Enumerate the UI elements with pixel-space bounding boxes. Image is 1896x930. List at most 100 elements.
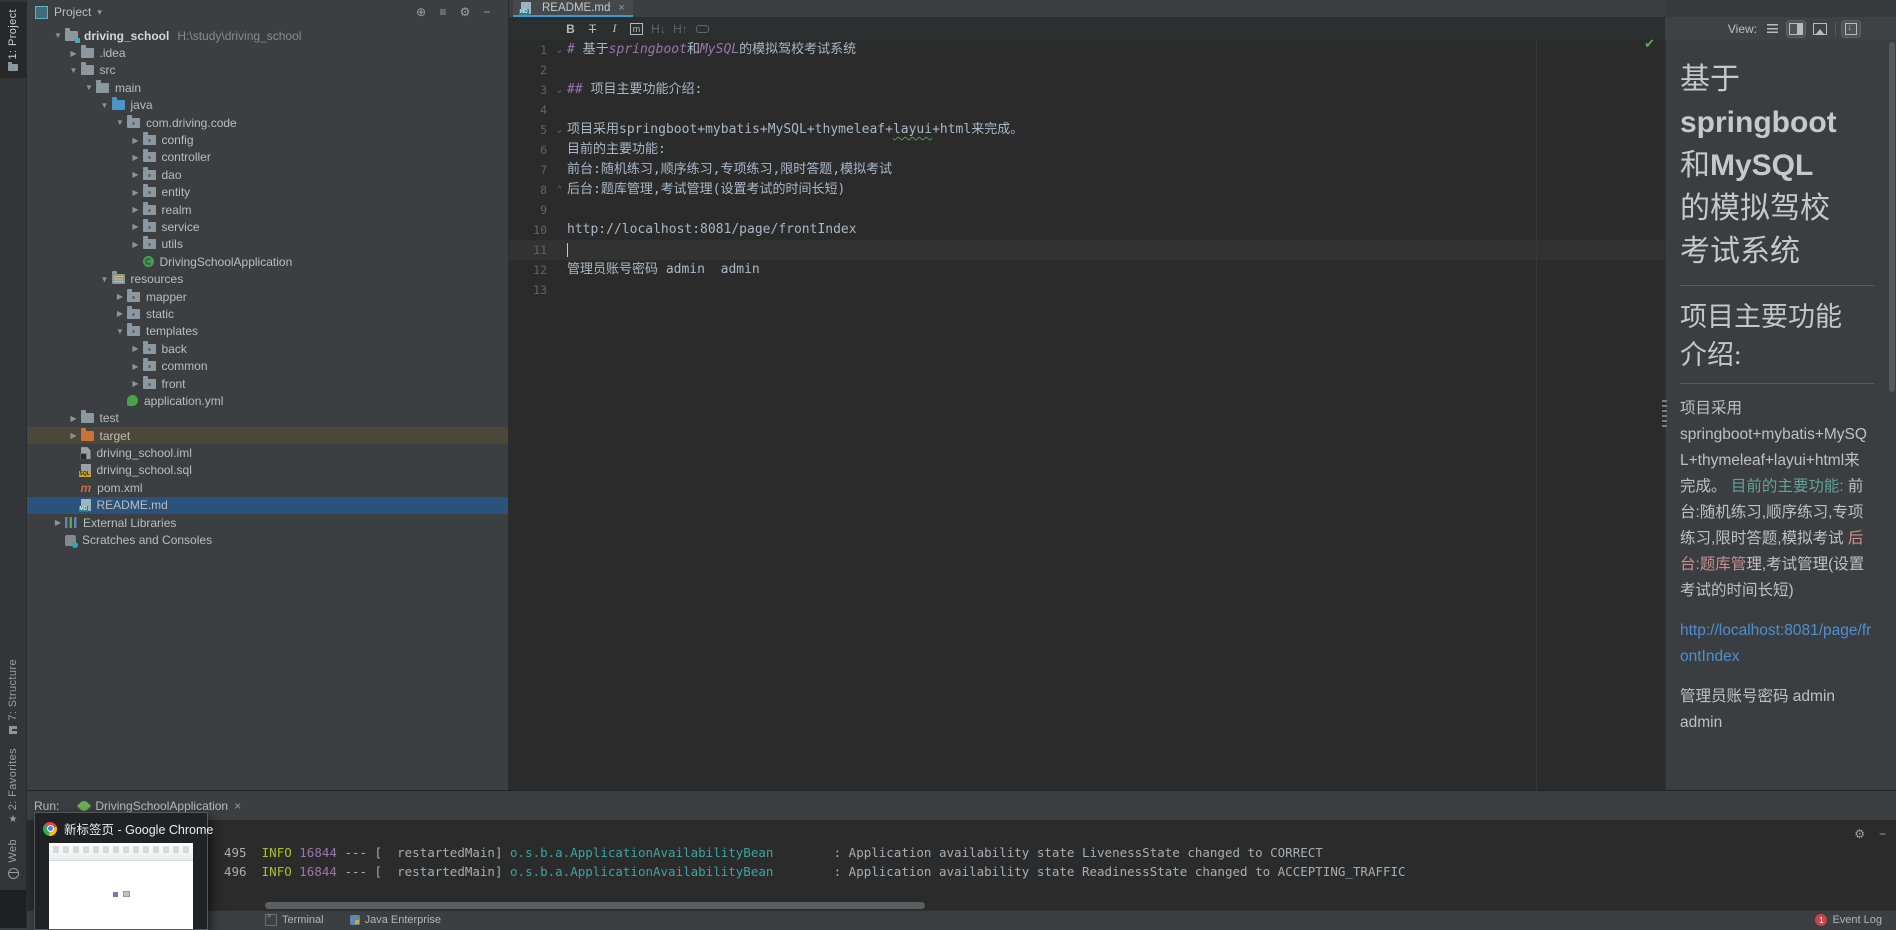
editor-line-8[interactable]: 8 ⌃ 后台:题库管理,考试管理(设置考试的时间长短) [509, 180, 1665, 200]
tree-item-entity[interactable]: ▶ entity [27, 184, 508, 201]
editor-line-12[interactable]: 12 管理员账号密码 admin admin [509, 260, 1665, 280]
header-down-icon[interactable]: H↓ [649, 20, 668, 37]
scrollbar-thumb[interactable] [1889, 42, 1895, 392]
tree-item-controller[interactable]: ▶ controller [27, 149, 508, 166]
editor-code-area[interactable]: 1 ⌄ # 基于springboot和MySQL的模拟驾校考试系统 2 3 ⌄ … [509, 40, 1665, 790]
tree-item-external-libraries[interactable]: ▶ External Libraries [27, 514, 508, 531]
chrome-taskbar-preview[interactable]: 新标签页 - Google Chrome [34, 812, 213, 930]
chevron-down-icon[interactable]: ▼ [51, 31, 65, 40]
sidebar-item-web[interactable]: Web [0, 832, 26, 886]
tree-item-realm[interactable]: ▶ realm [27, 201, 508, 218]
chrome-window-thumbnail[interactable] [49, 843, 193, 929]
tree-item-config[interactable]: ▶ config [27, 131, 508, 148]
auto-scroll-preview-icon[interactable] [1841, 19, 1861, 38]
fold-marker-icon[interactable]: ⌄ [552, 120, 567, 140]
tree-item-driving-school-sql[interactable]: driving_school.sql [27, 462, 508, 479]
view-preview-only-icon[interactable] [1811, 21, 1829, 37]
hide-panel-icon[interactable]: − [476, 5, 498, 19]
chevron-down-icon[interactable]: ▼ [82, 83, 96, 92]
view-editor-and-preview-icon[interactable] [1786, 19, 1806, 38]
chevron-right-icon[interactable]: ▶ [113, 292, 127, 301]
editor-line-4[interactable]: 4 [509, 100, 1665, 120]
close-run-tab-icon[interactable]: × [234, 799, 241, 813]
italic-icon[interactable]: I [605, 20, 624, 37]
chevron-right-icon[interactable]: ▶ [129, 136, 143, 145]
chevron-right-icon[interactable]: ▶ [129, 344, 143, 353]
editor-line-2[interactable]: 2 [509, 60, 1665, 80]
chevron-right-icon[interactable]: ▶ [67, 49, 81, 58]
tree-item-target[interactable]: ▶ target [27, 426, 508, 445]
tree-item-readme-md[interactable]: README.md [27, 496, 508, 514]
strikethrough-icon[interactable]: T [583, 20, 602, 37]
tree-item-java[interactable]: ▼ java [27, 97, 508, 114]
editor-line-5[interactable]: 5 ⌄ 项目采用springboot+mybatis+MySQL+thymele… [509, 120, 1665, 140]
locate-icon[interactable]: ⊕ [410, 5, 432, 19]
view-editor-only-icon[interactable] [1763, 21, 1781, 37]
run-settings-gear-icon[interactable]: ⚙ [1854, 827, 1865, 841]
tree-item-com-driving-code[interactable]: ▼ com.driving.code [27, 114, 508, 131]
collapse-all-icon[interactable]: ≡ [432, 5, 454, 19]
event-log-button[interactable]: 1 Event Log [1815, 913, 1882, 926]
chevron-down-icon[interactable]: ▾ [97, 7, 102, 18]
chevron-right-icon[interactable]: ▶ [67, 431, 81, 440]
tree-item-dao[interactable]: ▶ dao [27, 166, 508, 183]
chevron-right-icon[interactable]: ▶ [129, 188, 143, 197]
editor-line-6[interactable]: 6 目前的主要功能: [509, 140, 1665, 160]
editor-line-11[interactable]: 11 [509, 240, 1665, 260]
chevron-right-icon[interactable]: ▶ [129, 153, 143, 162]
chevron-right-icon[interactable]: ▶ [129, 205, 143, 214]
editor-line-10[interactable]: 10 http://localhost:8081/page/frontIndex [509, 220, 1665, 240]
inspections-ok-check-icon[interactable]: ✔ [1644, 36, 1655, 52]
chevron-down-icon[interactable]: ▼ [113, 118, 127, 127]
tree-item-idea[interactable]: ▶ .idea [27, 44, 508, 61]
tree-item-common[interactable]: ▶ common [27, 357, 508, 374]
tree-item-drivingschoolapplication[interactable]: DrivingSchoolApplication [27, 253, 508, 270]
tree-item-mapper[interactable]: ▶ mapper [27, 288, 508, 305]
tree-item-service[interactable]: ▶ service [27, 218, 508, 235]
tree-item-front[interactable]: ▶ front [27, 375, 508, 392]
preview-scrollbar[interactable] [1888, 40, 1896, 790]
editor-line-13[interactable]: 13 [509, 280, 1665, 300]
preview-link[interactable]: http://localhost:8081/page/frontIndex [1680, 622, 1871, 665]
editor-line-7[interactable]: 7 前台:随机练习,顺序练习,专项练习,限时答题,模拟考试 [509, 160, 1665, 180]
run-console[interactable]: 495 INFO 16844 --- [ restartedMain] o.s.… [54, 827, 1896, 912]
chevron-right-icon[interactable]: ▶ [51, 518, 65, 527]
tree-item-driving-school-iml[interactable]: driving_school.iml [27, 444, 508, 461]
chevron-right-icon[interactable]: ▶ [129, 362, 143, 371]
tree-item-main[interactable]: ▼ main [27, 79, 508, 96]
editor-line-9[interactable]: 9 [509, 200, 1665, 220]
project-view-title[interactable]: Project [54, 5, 91, 19]
editor-line-1[interactable]: 1 ⌄ # 基于springboot和MySQL的模拟驾校考试系统 [509, 40, 1665, 60]
tree-item-resources[interactable]: ▼ resources [27, 270, 508, 287]
tree-item-back[interactable]: ▶ back [27, 340, 508, 357]
chevron-down-icon[interactable]: ▼ [67, 66, 81, 75]
tree-item-scratches-and-consoles[interactable]: Scratches and Consoles [27, 531, 508, 548]
chevron-right-icon[interactable]: ▶ [67, 414, 81, 423]
tree-item-test[interactable]: ▶ test [27, 410, 508, 427]
run-hide-icon[interactable]: − [1879, 827, 1886, 841]
tool-window-button-java-enterprise[interactable]: Java Enterprise [349, 914, 441, 926]
fold-marker-icon[interactable]: ⌃ [552, 180, 567, 200]
tree-item-pom-xml[interactable]: pom.xml [27, 479, 508, 496]
fold-marker-icon[interactable]: ⌄ [552, 80, 567, 100]
editor-line-3[interactable]: 3 ⌄ ## 项目主要功能介绍: [509, 80, 1665, 100]
chevron-right-icon[interactable]: ▶ [129, 240, 143, 249]
tree-item-static[interactable]: ▶ static [27, 305, 508, 322]
sidebar-item-project[interactable]: 1: Project [0, 2, 26, 79]
tree-item-src[interactable]: ▼ src [27, 62, 508, 79]
chevron-right-icon[interactable]: ▶ [129, 222, 143, 231]
console-horizontal-scrollbar[interactable] [265, 902, 925, 909]
fold-marker-icon[interactable]: ⌄ [552, 40, 567, 60]
close-tab-icon[interactable]: × [618, 2, 624, 14]
tree-item-utils[interactable]: ▶ utils [27, 236, 508, 253]
tool-window-button-terminal[interactable]: Terminal [265, 913, 324, 926]
chevron-right-icon[interactable]: ▶ [113, 309, 127, 318]
tree-item-application-yml[interactable]: application.yml [27, 392, 508, 409]
chevron-right-icon[interactable]: ▶ [129, 170, 143, 179]
tree-item-driving-school[interactable]: ▼ driving_school H:\study\driving_school [27, 27, 508, 44]
chevron-down-icon[interactable]: ▼ [98, 101, 112, 110]
tab-readme-md[interactable]: README.md × [513, 0, 633, 17]
bold-icon[interactable]: B [561, 20, 580, 37]
chevron-right-icon[interactable]: ▶ [129, 379, 143, 388]
settings-gear-icon[interactable]: ⚙ [454, 5, 476, 19]
